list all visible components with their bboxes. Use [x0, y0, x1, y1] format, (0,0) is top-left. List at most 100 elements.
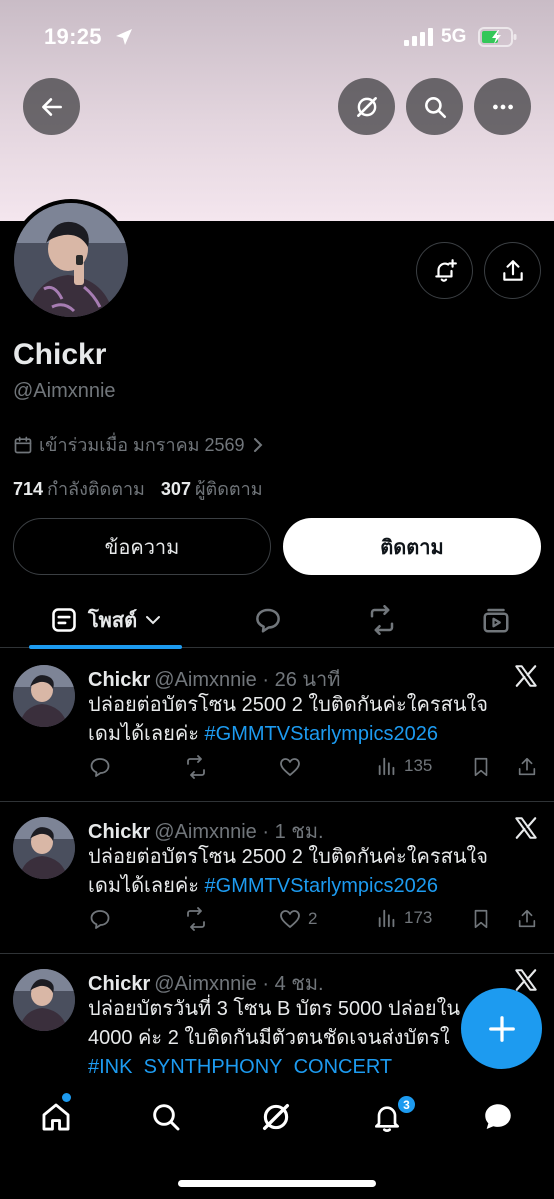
media-icon — [483, 608, 509, 633]
notifications-badge: 3 — [396, 1094, 417, 1115]
profile-tabs: โพสต์ — [0, 592, 554, 649]
share-icon — [518, 757, 536, 776]
following-label: กำลังติดตาม — [47, 479, 145, 499]
post-avatar[interactable] — [13, 969, 75, 1031]
post-actions: 2 173 — [88, 907, 543, 933]
following-count: 714 — [13, 479, 44, 499]
post-hashtag[interactable]: #GMMTVStarlympics2026 — [205, 875, 438, 897]
tab-reposts[interactable] — [362, 592, 402, 648]
nav-messages[interactable] — [478, 1097, 518, 1137]
status-time: 19:25 — [44, 24, 102, 49]
tab-media[interactable] — [476, 592, 516, 648]
post-avatar[interactable] — [13, 665, 75, 727]
views-button[interactable]: 135 — [376, 755, 432, 777]
followers-label: ผู้ติดตาม — [194, 479, 263, 499]
post-hashtag[interactable]: #INK_SYNTHPHONY_CONCERT — [88, 1056, 392, 1075]
network-type: 5G — [441, 26, 467, 47]
view-count: 173 — [404, 908, 433, 927]
reply-icon — [90, 910, 110, 929]
post-meta: @Aimxnnie · 4 ชม. — [154, 973, 324, 995]
repost-icon — [187, 907, 205, 931]
heart-icon — [280, 910, 300, 928]
bookmark-icon — [474, 757, 488, 777]
avatar-image — [13, 665, 75, 727]
reply-button[interactable] — [88, 755, 112, 779]
reply-icon — [90, 758, 110, 777]
repost-icon — [187, 755, 205, 779]
following-link[interactable]: 714 กำลังติดตาม — [13, 474, 145, 503]
posts-icon — [52, 608, 76, 632]
post-author-name[interactable]: Chickr — [88, 669, 150, 691]
post-item[interactable]: Chickr @Aimxnnie · 1 ชม. ปล่อยต่อบัตรโซน … — [0, 801, 554, 954]
post-author-name[interactable]: Chickr — [88, 821, 150, 843]
nav-home[interactable] — [36, 1097, 76, 1137]
search-button[interactable] — [406, 78, 463, 135]
profile-handle: @Aimxnnie — [13, 380, 116, 402]
bookmark-button[interactable] — [470, 755, 492, 779]
follow-stats: 714 กำลังติดตาม 307 ผู้ติดตาม — [13, 474, 263, 503]
like-count: 2 — [308, 909, 318, 928]
bell-plus-icon — [434, 258, 457, 282]
post-text-line: 4000 ค่ะ 2 ใบติดกันมีตัวตนชัดเจนส่งบัตรใ — [88, 1027, 450, 1049]
post-text: ปล่อยต่อบัตรโซน 2500 2 ใบติดกันค่ะใครสนใ… — [88, 843, 528, 901]
status-bar: 19:25 5G — [0, 0, 554, 72]
share-profile-button[interactable] — [484, 242, 541, 299]
heart-icon — [280, 758, 300, 776]
joined-date-row[interactable]: เข้าร่วมเมื่อ มกราคม 2569 — [13, 430, 265, 459]
post-item[interactable]: Chickr @Aimxnnie · 26 นาที ปล่อยต่อบัตรโซ… — [0, 649, 554, 802]
back-button[interactable] — [23, 78, 80, 135]
tab-posts[interactable]: โพสต์ — [29, 592, 182, 648]
x-logo-icon — [515, 969, 537, 991]
signal-bars-icon — [404, 28, 433, 46]
chevron-down-icon — [146, 616, 161, 625]
reply-button[interactable] — [88, 907, 112, 931]
notify-button[interactable] — [416, 242, 473, 299]
speech-bubble-icon — [256, 608, 280, 633]
message-button[interactable]: ข้อความ — [13, 518, 271, 575]
avatar-image — [14, 203, 128, 317]
chat-bubble-icon — [485, 1104, 511, 1130]
avatar-image — [13, 969, 75, 1031]
post-text-line: ปล่อยต่อบัตรโซน 2500 2 ใบติดกันค่ะใครสนใ… — [88, 694, 488, 716]
chevron-right-icon — [253, 437, 262, 452]
share-icon — [518, 909, 536, 928]
followers-link[interactable]: 307 ผู้ติดตาม — [161, 474, 263, 503]
profile-avatar[interactable] — [10, 199, 132, 321]
post-text-line: เดมได้เลยค่ะ — [88, 723, 205, 745]
more-horizontal-icon — [492, 104, 513, 109]
compose-button[interactable] — [461, 988, 542, 1069]
like-button[interactable]: 2 — [278, 907, 317, 931]
arrow-left-icon — [41, 97, 62, 116]
post-author-name[interactable]: Chickr — [88, 973, 150, 995]
repost-button[interactable] — [184, 907, 208, 931]
like-button[interactable] — [278, 755, 308, 779]
home-icon — [42, 1103, 70, 1131]
views-chart-icon — [378, 757, 395, 776]
plus-icon — [488, 1015, 515, 1042]
bookmark-icon — [474, 909, 488, 929]
follow-button[interactable]: ติดตาม — [283, 518, 541, 575]
repost-button[interactable] — [184, 755, 208, 779]
post-avatar[interactable] — [13, 817, 75, 879]
views-button[interactable]: 173 — [376, 907, 432, 929]
bookmark-button[interactable] — [470, 907, 492, 931]
share-button[interactable] — [516, 907, 538, 931]
battery-charging-icon — [478, 27, 517, 47]
post-hashtag[interactable]: #GMMTVStarlympics2026 — [205, 723, 438, 745]
share-icon — [502, 259, 523, 281]
tab-replies[interactable] — [248, 592, 288, 648]
share-button[interactable] — [516, 755, 538, 779]
x-logo-icon — [515, 665, 537, 687]
display-name: Chickr — [13, 338, 107, 371]
tab-posts-label: โพสต์ — [87, 610, 138, 632]
more-button[interactable] — [474, 78, 531, 135]
grok-button[interactable] — [338, 78, 395, 135]
post-text: ปล่อยต่อบัตรโซน 2500 2 ใบติดกันค่ะใครสนใ… — [88, 691, 528, 749]
nav-search[interactable] — [146, 1097, 186, 1137]
post-text-line: เดมได้เลยค่ะ — [88, 875, 205, 897]
calendar-icon — [14, 436, 32, 453]
x-logo-icon — [515, 817, 537, 839]
search-icon — [424, 96, 446, 118]
nav-grok[interactable] — [256, 1097, 296, 1137]
post-actions: 135 — [88, 755, 543, 781]
